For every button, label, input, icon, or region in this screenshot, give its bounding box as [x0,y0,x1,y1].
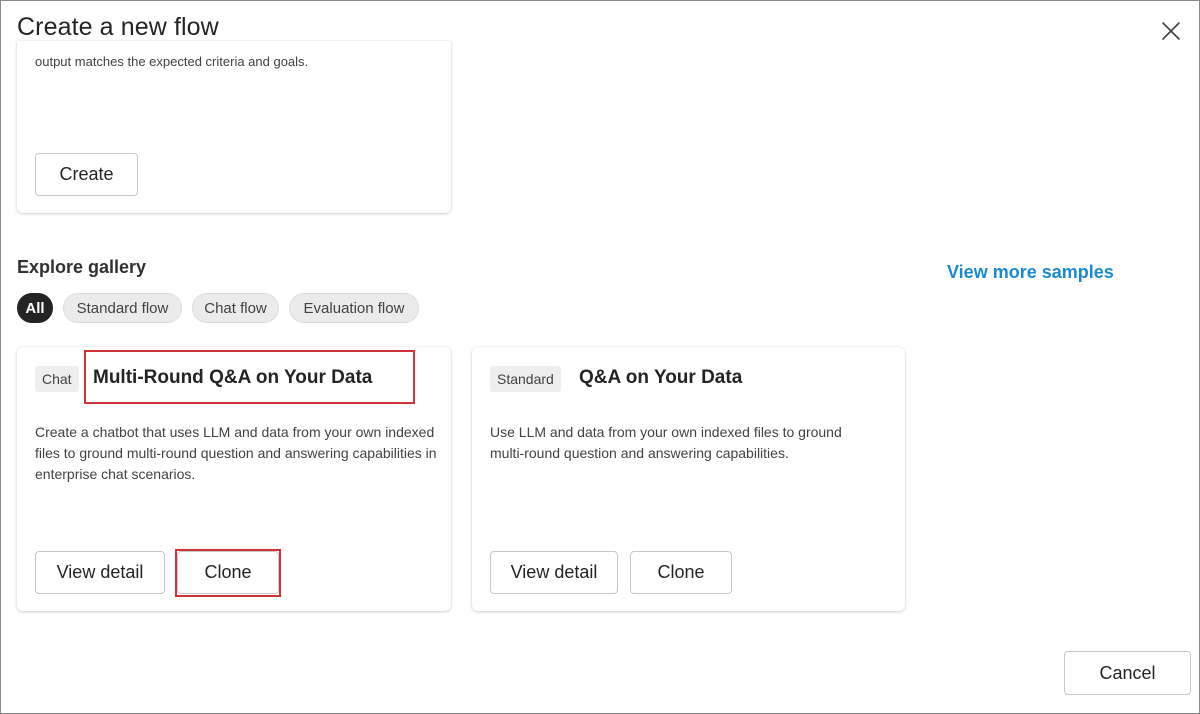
custom-flow-card-description: output matches the expected criteria and… [35,54,309,69]
card-title: Q&A on Your Data [579,367,743,388]
explore-gallery-heading: Explore gallery [17,257,147,277]
clone-button[interactable]: Clone [630,551,732,594]
close-button[interactable] [1155,15,1187,47]
card-description: Create a chatbot that uses LLM and data … [35,424,437,482]
cancel-button[interactable]: Cancel [1064,651,1191,695]
clone-button[interactable]: Clone [177,551,279,594]
filter-chat-flow[interactable]: Chat flow [192,293,279,323]
filter-standard-flow[interactable]: Standard flow [63,293,182,323]
dialog-title: Create a new flow [17,13,219,41]
view-detail-button[interactable]: View detail [490,551,618,594]
create-button[interactable]: Create [35,153,138,196]
filter-all[interactable]: All [17,293,53,323]
close-icon [1162,22,1180,40]
create-flow-dialog: Create a new flow output matches the exp… [0,0,1200,714]
flow-type-tag: Chat [35,366,79,392]
view-more-samples-link[interactable]: View more samples [947,262,1114,283]
card-title: Multi-Round Q&A on Your Data [93,367,373,388]
card-description: Use LLM and data from your own indexed f… [490,424,842,461]
filter-evaluation-flow[interactable]: Evaluation flow [289,293,419,323]
view-detail-button[interactable]: View detail [35,551,165,594]
flow-type-tag: Standard [490,366,561,392]
